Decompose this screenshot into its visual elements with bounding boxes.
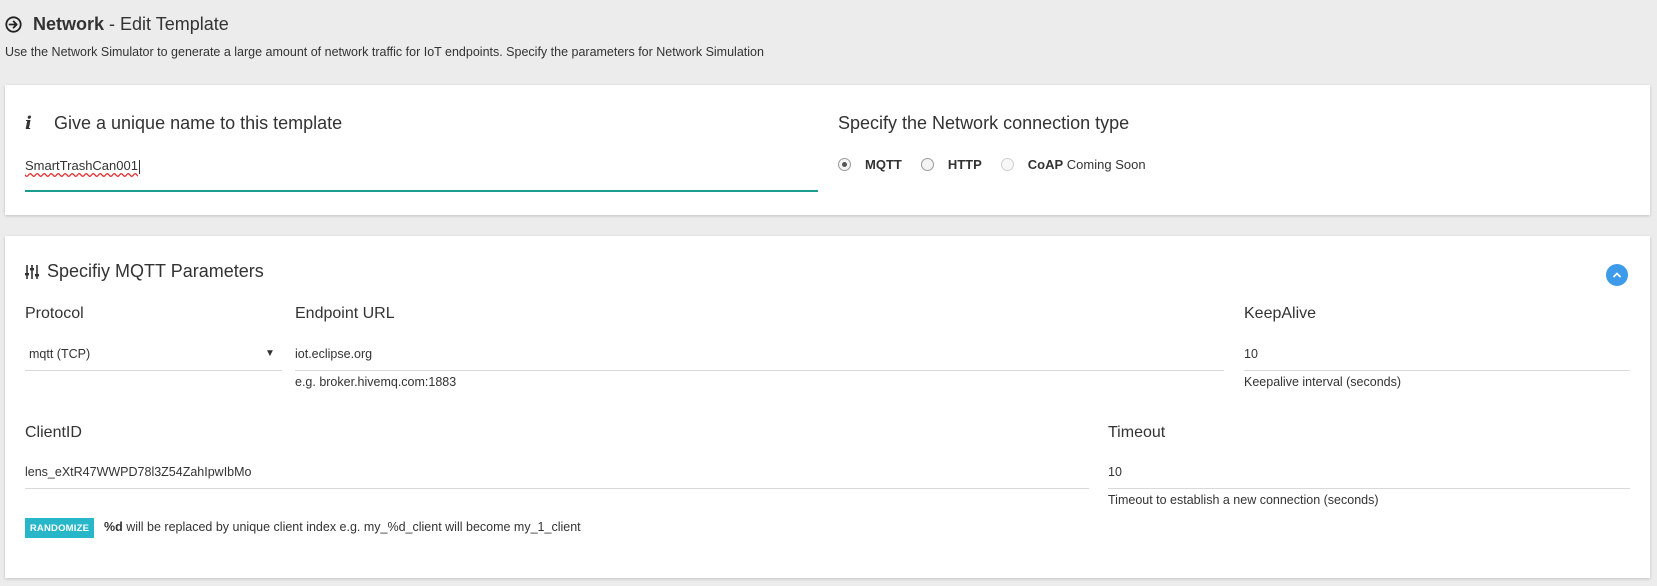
radio-mqtt[interactable] xyxy=(838,158,851,171)
page-title: Network - Edit Template xyxy=(33,14,229,34)
chevron-up-icon xyxy=(1613,272,1621,278)
template-name-underline xyxy=(25,190,818,192)
endpoint-url-help: e.g. broker.hivemq.com:1883 xyxy=(295,375,457,389)
title-row: Network - Edit Template xyxy=(5,14,229,35)
timeout-input[interactable]: 10 xyxy=(1108,465,1122,479)
sliders-icon xyxy=(25,264,39,280)
keepalive-label: KeepAlive xyxy=(1244,305,1317,322)
template-name-heading: i Give a unique name to this template xyxy=(25,113,342,134)
template-name-input[interactable]: SmartTrashCan001 xyxy=(25,158,818,178)
connection-type-radio-group: MQTT HTTP CoAP Coming Soon xyxy=(838,157,1146,172)
endpoint-url-label: Endpoint URL xyxy=(295,305,395,322)
protocol-select[interactable]: mqtt (TCP) xyxy=(29,347,90,361)
radio-mqtt-label[interactable]: MQTT xyxy=(865,157,902,172)
clientid-underline xyxy=(25,488,1089,489)
clientid-label: ClientID xyxy=(25,424,82,441)
page-header: Network - Edit Template Use the Network … xyxy=(0,0,1657,82)
page-subtitle: Use the Network Simulator to generate a … xyxy=(5,45,764,59)
clientid-input[interactable]: lens_eXtR47WWPD78l3Z54ZahIpwIbMo xyxy=(25,465,252,479)
randomize-help: %d will be replaced by unique client ind… xyxy=(104,520,581,534)
template-name-card: i Give a unique name to this template Sm… xyxy=(5,85,1650,215)
text-caret xyxy=(138,159,140,174)
mqtt-parameters-heading-text: Specifiy MQTT Parameters xyxy=(47,261,264,281)
protocol-label: Protocol xyxy=(25,305,84,322)
endpoint-url-input[interactable]: iot.eclipse.org xyxy=(295,347,372,361)
timeout-label: Timeout xyxy=(1108,424,1166,441)
mqtt-parameters-card: Specifiy MQTT Parameters Protocol mqtt (… xyxy=(5,236,1650,578)
dropdown-arrow-icon[interactable]: ▼ xyxy=(265,348,275,359)
keepalive-input[interactable]: 10 xyxy=(1244,347,1258,361)
collapse-button[interactable] xyxy=(1606,264,1628,286)
timeout-underline xyxy=(1108,488,1630,489)
arrow-circle-right-icon[interactable] xyxy=(5,16,22,33)
connection-type-heading: Specify the Network connection type xyxy=(838,113,1130,133)
radio-http[interactable] xyxy=(920,158,934,171)
template-name-heading-text: Give a unique name to this template xyxy=(54,113,343,133)
keepalive-help: Keepalive interval (seconds) xyxy=(1244,375,1402,389)
mqtt-parameters-heading: Specifiy MQTT Parameters xyxy=(25,261,264,282)
endpoint-url-underline xyxy=(295,370,1224,371)
template-name-value: SmartTrashCan001 xyxy=(25,158,138,173)
protocol-underline xyxy=(25,370,282,371)
radio-coap-label: CoAP Coming Soon xyxy=(1027,157,1146,172)
radio-coap xyxy=(1000,158,1014,171)
keepalive-underline xyxy=(1244,370,1630,371)
randomize-button[interactable]: RANDOMIZE xyxy=(25,518,94,538)
timeout-help: Timeout to establish a new connection (s… xyxy=(1108,493,1379,507)
info-icon: i xyxy=(25,113,32,134)
radio-http-label[interactable]: HTTP xyxy=(948,157,982,172)
